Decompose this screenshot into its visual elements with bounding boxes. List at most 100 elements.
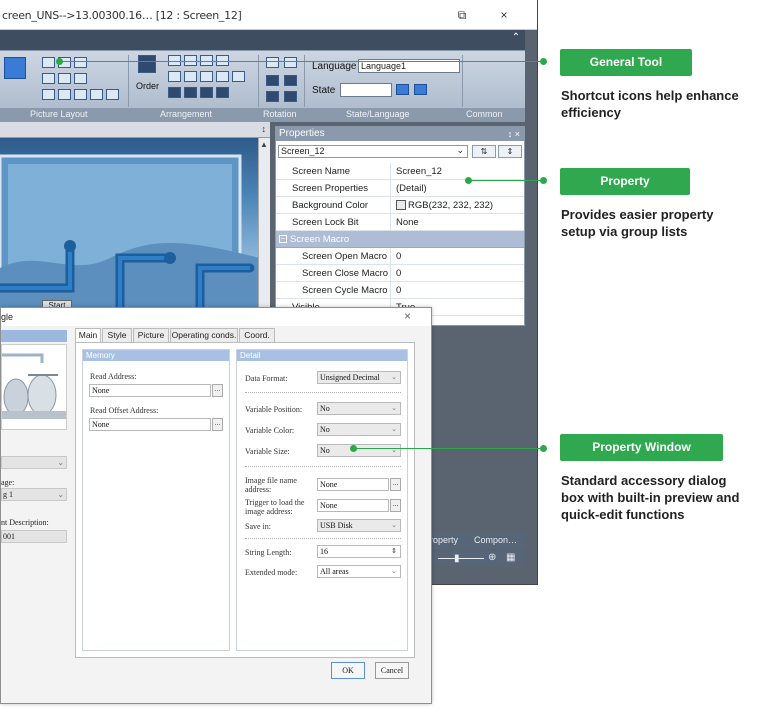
tab-picture[interactable]: Picture [133, 328, 169, 342]
group-label-rotation: Rotation [263, 109, 297, 119]
table-icon[interactable] [200, 71, 213, 82]
variable-size-select[interactable]: No ⌄ [317, 444, 401, 457]
ribbon-toolbar: Order Language Language1 State [0, 50, 525, 110]
move-up-icon[interactable] [168, 87, 181, 98]
extended-mode-select[interactable]: All areas ⌄ [317, 565, 401, 578]
image-select-value: g 1 [3, 490, 13, 499]
data-format-label: Data Format: [245, 374, 288, 383]
save-in-value: USB Disk [320, 521, 353, 530]
property-row[interactable]: Screen Cycle Macro 0 [276, 282, 524, 299]
pin-icon[interactable]: ↕ [262, 124, 267, 134]
align-middle-icon[interactable] [58, 73, 71, 84]
restore-icon[interactable]: ⧉ [452, 6, 472, 24]
image-file-input[interactable]: None [317, 478, 389, 491]
cancel-button[interactable]: Cancel [375, 662, 409, 679]
save-in-select[interactable]: USB Disk ⌄ [317, 519, 401, 532]
ok-button[interactable]: OK [331, 662, 365, 679]
zoom-slider-track[interactable] [438, 558, 484, 559]
rotate-90-icon[interactable] [284, 91, 297, 102]
zoom-in-icon[interactable]: ⊕ [488, 552, 496, 563]
read-offset-input[interactable]: None [89, 418, 211, 431]
send-back-icon[interactable] [184, 71, 197, 82]
grid-icon[interactable] [216, 71, 229, 82]
dialog-close-icon[interactable]: × [404, 309, 411, 323]
string-length-stepper[interactable]: 16 ⇕ [317, 545, 401, 558]
object-selector[interactable]: Screen_12 ⌄ [278, 145, 468, 158]
property-row[interactable]: Screen Properties (Detail) [276, 180, 524, 197]
property-group-row[interactable]: − Screen Macro [276, 231, 524, 248]
variable-color-select[interactable]: No ⌄ [317, 423, 401, 436]
collapse-toggle-icon[interactable]: − [279, 235, 287, 243]
read-offset-browse-button[interactable]: ... [212, 418, 223, 431]
same-size-icon[interactable] [106, 89, 119, 100]
properties-controls[interactable]: ↕ × [508, 127, 520, 141]
tab-main[interactable]: Main [75, 328, 101, 342]
ribbon-collapse-icon[interactable]: ⌃ [509, 32, 523, 46]
rotate-left-icon[interactable] [266, 57, 279, 68]
distribute-h-icon[interactable] [42, 89, 55, 100]
chevron-down-icon: ⌄ [456, 145, 464, 155]
read-offset-label: Read Offset Address: [90, 406, 159, 415]
same-height-icon[interactable] [90, 89, 103, 100]
dialog-preview-column: ⌄ age: g 1 ⌄ nt Description: 001 [1, 328, 73, 658]
spinner-icon[interactable]: ⇕ [391, 546, 397, 557]
sort-button[interactable]: ⇅ [472, 145, 496, 158]
screen-canvas-image[interactable] [0, 138, 260, 308]
image-select[interactable]: g 1 ⌄ [1, 488, 67, 501]
industrial-scene [0, 154, 260, 308]
image-file-browse-button[interactable]: ... [390, 478, 401, 491]
order-icon[interactable] [138, 55, 156, 73]
property-row[interactable]: Screen Close Macro 0 [276, 265, 524, 282]
state-prev-icon[interactable] [396, 84, 409, 95]
property-row[interactable]: Screen Lock Bit None [276, 214, 524, 231]
property-row[interactable]: Screen Open Macro 0 [276, 248, 524, 265]
tab-style[interactable]: Style [102, 328, 132, 342]
state-next-icon[interactable] [414, 84, 427, 95]
move-down-icon[interactable] [184, 87, 197, 98]
align-bottom-icon[interactable] [74, 73, 87, 84]
rotate-right-icon[interactable] [284, 57, 297, 68]
ribbon-group-labels: Picture Layout Arrangement Rotation Stat… [0, 108, 525, 122]
same-width-icon[interactable] [74, 89, 87, 100]
scroll-up-icon[interactable]: ▲ [260, 140, 268, 149]
property-row[interactable]: Screen Name Screen_12 [276, 163, 524, 180]
tab-coord[interactable]: Coord. [239, 328, 275, 342]
color-swatch[interactable] [396, 200, 406, 210]
property-row[interactable]: Background Color RGB(232, 232, 232) [276, 197, 524, 214]
extended-mode-label: Extended mode: [245, 568, 298, 577]
data-format-select[interactable]: Unsigned Decimal ⌄ [317, 371, 401, 384]
fit-screen-icon[interactable]: ▦ [506, 552, 515, 563]
layout-grid-icon[interactable] [4, 57, 26, 79]
variable-position-select[interactable]: No ⌄ [317, 402, 401, 415]
spin-button[interactable]: ⇕ [498, 145, 522, 158]
close-icon[interactable]: × [494, 6, 514, 24]
properties-panel: Properties ↕ × Screen_12 ⌄ ⇅ ⇕ Screen Na… [275, 126, 525, 326]
align-right-icon[interactable] [74, 57, 87, 68]
read-address-browse-button[interactable]: ... [212, 384, 223, 397]
align-top-icon[interactable] [42, 73, 55, 84]
zoom-slider-thumb[interactable]: ▮ [454, 553, 460, 564]
column-divider [390, 282, 391, 299]
flip-vertical-icon[interactable] [284, 75, 297, 86]
trigger-browse-button[interactable]: ... [390, 499, 401, 512]
tab-operating-conds[interactable]: Operating conds. [170, 328, 238, 342]
preview-field[interactable]: ⌄ [1, 456, 67, 469]
variable-position-label: Variable Position: [245, 405, 303, 414]
resize-icon[interactable] [200, 87, 213, 98]
state-select[interactable] [340, 83, 392, 97]
bring-front-icon[interactable] [168, 71, 181, 82]
snap-icon[interactable] [232, 71, 245, 82]
save-in-label: Save in: [245, 522, 271, 531]
tab-components[interactable]: Compon… [474, 535, 517, 545]
crop-icon[interactable] [216, 87, 229, 98]
chevron-down-icon: ⌄ [391, 567, 397, 575]
align-left-icon[interactable] [42, 57, 55, 68]
group-label-arrangement: Arrangement [160, 109, 213, 119]
description-field[interactable]: 001 [1, 530, 67, 543]
read-address-input[interactable]: None [89, 384, 211, 397]
trigger-input[interactable]: None [317, 499, 389, 512]
flip-horizontal-icon[interactable] [266, 75, 279, 86]
properties-title: Properties [279, 128, 325, 139]
distribute-v-icon[interactable] [58, 89, 71, 100]
mirror-icon[interactable] [266, 91, 279, 102]
